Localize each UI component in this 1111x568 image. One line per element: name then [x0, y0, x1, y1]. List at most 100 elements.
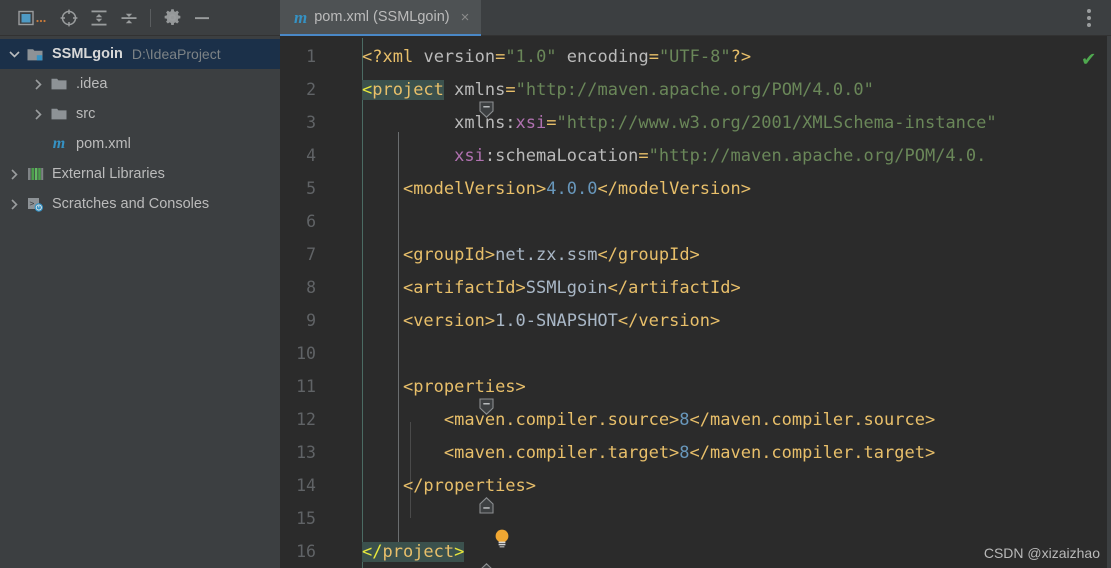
tree-item-label: pom.xml [76, 136, 131, 152]
line-number: 5 [306, 179, 316, 198]
tree-item-ssmlgoin[interactable]: SSMLgoin D:\IdeaProject [0, 39, 280, 69]
tree-item-pom-xml[interactable]: m pom.xml [0, 129, 280, 159]
code-text: <artifactId>SSMLgoin</artifactId> [402, 277, 741, 298]
gutter[interactable] [328, 40, 362, 73]
code-text: <maven.compiler.source>8</maven.compiler… [443, 409, 936, 430]
code-line: 11 <properties> [280, 370, 1111, 415]
tree-item-src[interactable]: src [0, 99, 280, 129]
code-text: xmlns:xsi="http://www.w3.org/2001/XMLSch… [454, 112, 997, 133]
gutter-fold-properties[interactable] [328, 370, 494, 415]
line-number: 11 [296, 377, 316, 396]
tree-item-label: src [76, 106, 96, 122]
watermark: CSDN @xizaizhao [980, 544, 1103, 562]
line-number: 7 [306, 245, 316, 264]
gutter[interactable] [328, 403, 362, 436]
gutter[interactable] [328, 271, 362, 304]
gutter-fold-project-end[interactable] [328, 535, 492, 568]
gutter[interactable] [328, 106, 362, 139]
code-text: <groupId>net.zx.ssm</groupId> [402, 244, 700, 265]
chevron-right-icon[interactable] [4, 168, 24, 180]
tree-item-label: SSMLgoin [52, 46, 123, 62]
minimize-icon[interactable] [187, 4, 217, 32]
gutter[interactable] [328, 172, 362, 205]
project-window-icon[interactable] [12, 4, 54, 32]
toolbar-divider [150, 8, 151, 27]
scratches-icon: > [24, 197, 46, 212]
line-number: 1 [306, 47, 316, 66]
collapse-all-icon[interactable] [114, 4, 144, 32]
line-number: 13 [296, 443, 316, 462]
line-number: 3 [306, 113, 316, 132]
code-line: 7 <groupId>net.zx.ssm</groupId> [280, 238, 1111, 271]
tab-label: pom.xml (SSMLgoin) [314, 9, 450, 25]
project-toolbar [0, 0, 280, 36]
expand-all-icon[interactable] [84, 4, 114, 32]
chevron-right-icon[interactable] [28, 108, 48, 120]
line-number: 8 [306, 278, 316, 297]
line-number: 6 [306, 212, 316, 231]
line-number: 2 [306, 80, 316, 99]
fold-end-icon[interactable] [336, 543, 492, 568]
line-number: 16 [296, 542, 316, 561]
module-folder-icon [24, 47, 46, 62]
fold-end-icon[interactable] [336, 477, 494, 514]
code-line: 10 [280, 337, 1111, 370]
code-line: 3 xmlns:xsi="http://www.w3.org/2001/XMLS… [280, 106, 1111, 139]
tree-item-label: Scratches and Consoles [52, 196, 210, 212]
gear-icon[interactable] [157, 4, 187, 32]
maven-m-glyph: m [52, 135, 66, 152]
tree-item-idea[interactable]: .idea [0, 69, 280, 99]
svg-text:>: > [29, 199, 34, 208]
code-line: 4 xsi:schemaLocation="http://maven.apach… [280, 139, 1111, 172]
editor-scrollbar[interactable] [1107, 36, 1111, 568]
maven-m-icon: m [48, 136, 70, 152]
maven-m-icon: m [294, 7, 308, 27]
lightbulb-icon[interactable] [350, 508, 509, 548]
code-line: 2 <project xmlns="http://maven.apache.or… [280, 73, 1111, 118]
chevron-down-icon[interactable] [4, 50, 24, 58]
gutter-intention[interactable] [328, 502, 509, 548]
code-text: <project xmlns="http://maven.apache.org/… [362, 79, 874, 100]
code-line: 5 <modelVersion>4.0.0</modelVersion> [280, 172, 1111, 205]
chevron-right-icon[interactable] [4, 198, 24, 210]
more-options-icon[interactable] [1079, 0, 1099, 36]
code-text: <maven.compiler.target>8</maven.compiler… [443, 442, 936, 463]
code-line: 6 [280, 205, 1111, 238]
line-number: 9 [306, 311, 316, 330]
fold-collapse-icon[interactable] [336, 378, 494, 415]
tree-item-external-libraries[interactable]: External Libraries [0, 159, 280, 189]
gutter-fold-properties-end[interactable] [328, 469, 494, 514]
gutter[interactable] [328, 436, 362, 469]
inspection-status-icon[interactable]: ✔ [1082, 48, 1095, 69]
tree-item-path: D:\IdeaProject [131, 46, 221, 62]
code-text: </properties> [402, 475, 537, 496]
line-number: 15 [296, 509, 316, 528]
tree-item-scratches-and-consoles[interactable]: > Scratches and Consoles [0, 189, 280, 219]
gutter[interactable] [328, 238, 362, 271]
code-text: xsi:schemaLocation="http://maven.apache.… [454, 145, 987, 166]
gutter[interactable] [328, 139, 362, 172]
idea-window: m pom.xml (SSMLgoin) × SSMLgoin D:\IdeaP… [0, 0, 1111, 568]
code-line: 1 <?xml version="1.0" encoding="UTF-8"?> [280, 40, 1111, 73]
fold-collapse-icon[interactable] [336, 81, 494, 118]
code-text: <modelVersion>4.0.0</modelVersion> [402, 178, 751, 199]
code-line: 15 [280, 502, 1111, 548]
code-line: 12 <maven.compiler.source>8</maven.compi… [280, 403, 1111, 436]
tree-item-label: External Libraries [52, 166, 165, 182]
code-text: <properties> [402, 376, 526, 397]
gutter[interactable] [328, 205, 362, 238]
code-line: 14 </properties> [280, 469, 1111, 514]
gutter[interactable] [328, 304, 362, 337]
code-text: <version>1.0-SNAPSHOT</version> [402, 310, 721, 331]
tab-pom-xml[interactable]: m pom.xml (SSMLgoin) × [280, 0, 482, 36]
project-tree: SSMLgoin D:\IdeaProject .idea src m pom.… [0, 36, 280, 568]
top-strip: m pom.xml (SSMLgoin) × [0, 0, 1111, 36]
close-icon[interactable]: × [461, 10, 470, 25]
editor-tab-strip: m pom.xml (SSMLgoin) × [280, 0, 1111, 36]
gutter[interactable] [328, 337, 362, 370]
chevron-right-icon[interactable] [28, 78, 48, 90]
gutter-fold-project[interactable] [328, 73, 494, 118]
locate-icon[interactable] [54, 4, 84, 32]
code-editor[interactable]: 1 <?xml version="1.0" encoding="UTF-8"?>… [280, 36, 1111, 568]
